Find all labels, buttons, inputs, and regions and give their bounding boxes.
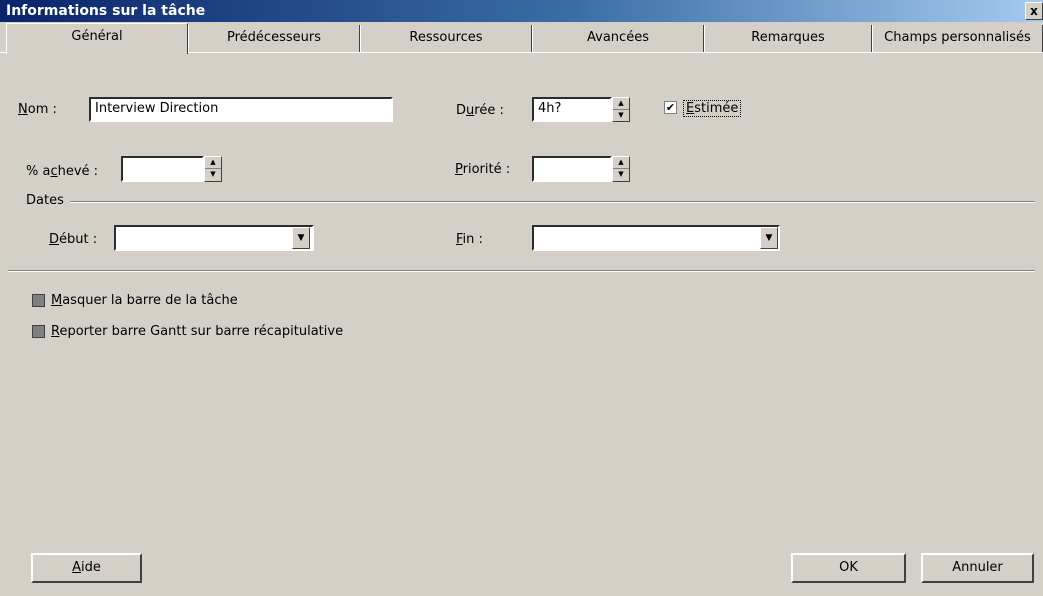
ok-button[interactable]: OK (791, 553, 906, 583)
estimee-checkbox[interactable]: ✔ (664, 101, 677, 114)
nom-label: Nom : (18, 102, 57, 117)
tab-avancees[interactable]: Avancées (532, 25, 704, 52)
reporter-checkbox[interactable] (32, 325, 45, 338)
priorite-input[interactable] (532, 156, 612, 182)
duree-label: Durée : (456, 103, 504, 118)
achevement-input[interactable] (121, 156, 204, 182)
title-bar: Informations sur la tâche x (0, 0, 1043, 22)
close-button[interactable]: x (1025, 2, 1043, 20)
debut-label: Début : (49, 232, 98, 247)
estimee-label[interactable]: Estimée (683, 100, 742, 117)
fin-date-select[interactable] (532, 225, 780, 251)
chevron-down-icon[interactable]: ▼ (292, 227, 310, 249)
priorite-spinner[interactable]: ▲ ▼ (612, 156, 630, 182)
masquer-checkbox[interactable] (32, 294, 45, 307)
reporter-label[interactable]: Reporter barre Gantt sur barre récapitul… (51, 324, 343, 339)
fin-label: Fin : (456, 232, 483, 247)
annuler-button[interactable]: Annuler (921, 553, 1034, 583)
achevement-spinner[interactable]: ▲ ▼ (204, 156, 222, 182)
tab-general[interactable]: Général (6, 23, 188, 54)
nom-input[interactable]: Interview Direction (89, 97, 393, 122)
tab-predecesseurs[interactable]: Prédécesseurs (188, 25, 360, 52)
spin-up-icon[interactable]: ▲ (613, 157, 629, 169)
spin-up-icon[interactable]: ▲ (613, 98, 629, 110)
tab-ressources[interactable]: Ressources (360, 25, 532, 52)
dates-group-label: Dates (26, 193, 64, 208)
dates-divider (70, 201, 1035, 203)
window-title: Informations sur la tâche (6, 3, 206, 19)
tab-remarques[interactable]: Remarques (704, 25, 872, 52)
spin-down-icon[interactable]: ▼ (205, 169, 221, 181)
tab-champs-personnalises[interactable]: Champs personnalisés (872, 25, 1043, 52)
duree-input[interactable]: 4h? (532, 97, 612, 122)
spin-down-icon[interactable]: ▼ (613, 110, 629, 122)
aide-button[interactable]: Aide (31, 553, 142, 583)
debut-date-select[interactable] (114, 225, 314, 251)
chevron-down-icon[interactable]: ▼ (760, 227, 778, 249)
achevement-label: % achevé : (26, 164, 99, 179)
duree-spinner[interactable]: ▲ ▼ (612, 97, 630, 122)
tab-strip: Général Prédécesseurs Ressources Avancée… (0, 23, 1043, 54)
masquer-label[interactable]: Masquer la barre de la tâche (51, 293, 238, 308)
spin-up-icon[interactable]: ▲ (205, 157, 221, 169)
priorite-label: Priorité : (455, 162, 511, 177)
spin-down-icon[interactable]: ▼ (613, 169, 629, 181)
section-divider (8, 270, 1035, 272)
